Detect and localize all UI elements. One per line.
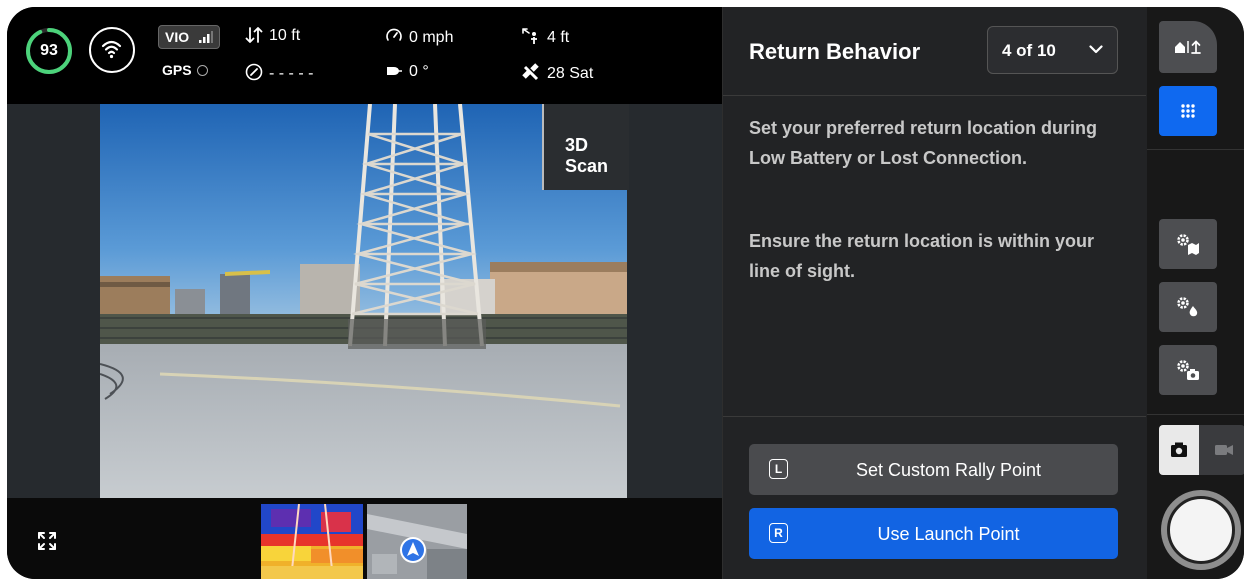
panel-title: Return Behavior	[749, 39, 921, 64]
use-launch-point-label: Use Launch Point	[877, 524, 1020, 544]
rail-divider	[1147, 414, 1244, 415]
gps-indicator-icon	[196, 65, 208, 76]
heading-readout: - - - - -	[245, 63, 313, 83]
satellite-readout: 28 Sat	[521, 63, 593, 83]
camera-pillarbox-left	[7, 104, 100, 498]
gps-label: GPS	[162, 62, 192, 78]
camera-pillarbox-right	[627, 104, 722, 498]
distance-icon	[522, 28, 537, 44]
capture-mode-toggle[interactable]	[1159, 425, 1244, 475]
panel-note: Ensure the return location is within you…	[749, 231, 1095, 281]
map-view-thumbnail[interactable]	[367, 504, 467, 579]
bottom-bar	[7, 498, 722, 579]
chevron-down-icon	[1089, 45, 1103, 54]
shutter-button[interactable]	[1167, 496, 1235, 564]
video-mode-button[interactable]	[1203, 425, 1244, 475]
battery-percent: 93	[40, 42, 58, 59]
rail-divider	[1147, 149, 1244, 150]
distance-readout: 4 ft	[521, 27, 569, 47]
return-behavior-panel: Return Behavior 4 of 10 Set your preferr…	[722, 7, 1147, 579]
mode-tag: 3D Scan	[542, 104, 629, 190]
home-return-icon	[1175, 40, 1201, 54]
panel-divider	[723, 95, 1146, 96]
gimbal-icon	[387, 67, 402, 75]
altitude-arrows-icon	[245, 27, 263, 43]
set-custom-rally-point-label: Set Custom Rally Point	[855, 460, 1042, 480]
distance-value: 4 ft	[547, 29, 570, 46]
heading-value: - - - - -	[269, 65, 314, 82]
vio-label: VIO	[165, 29, 190, 45]
mode-tag-label: 3D Scan	[565, 135, 609, 176]
set-custom-rally-point-button[interactable]: L Set Custom Rally Point	[749, 444, 1118, 495]
signal-bars-icon	[199, 31, 214, 43]
gps-status: GPS	[162, 62, 208, 78]
speed-readout: 0 mph	[385, 27, 453, 47]
flame-settings-button[interactable]	[1159, 282, 1217, 332]
telemetry-bar: 93 VIO GPS 10 ft - - - - - 0 mph 0 ° 4 f…	[7, 7, 722, 104]
vio-badge: VIO	[158, 25, 221, 49]
use-launch-point-button[interactable]: R Use Launch Point	[749, 508, 1118, 559]
compass-icon	[245, 63, 263, 81]
map-settings-icon	[1177, 234, 1199, 255]
home-return-button[interactable]	[1159, 21, 1217, 73]
video-icon	[1215, 445, 1233, 455]
satellite-icon	[522, 63, 539, 81]
step-selector[interactable]: 4 of 10	[987, 26, 1118, 74]
panel-description: Set your preferred return location durin…	[749, 118, 1098, 168]
thermal-view-thumbnail[interactable]	[261, 504, 363, 579]
map-settings-button[interactable]	[1159, 219, 1217, 269]
photo-icon	[1171, 442, 1187, 457]
speed-value: 0 mph	[409, 29, 454, 46]
expand-icon[interactable]	[37, 531, 57, 556]
altitude-readout: 10 ft	[245, 27, 300, 45]
wifi-icon[interactable]	[89, 27, 135, 73]
altitude-value: 10 ft	[269, 27, 301, 44]
photo-mode-button[interactable]	[1159, 425, 1199, 475]
camera-settings-icon	[1177, 360, 1199, 380]
battery-indicator: 93	[25, 27, 73, 75]
flame-settings-icon	[1177, 297, 1198, 317]
step-selector-label: 4 of 10	[1002, 41, 1056, 60]
panel-divider	[723, 416, 1146, 417]
gimbal-value: 0 °	[409, 63, 429, 80]
satellite-count: 28 Sat	[547, 65, 594, 82]
app-frame: 93 VIO GPS 10 ft - - - - - 0 mph 0 ° 4 f…	[7, 7, 1244, 579]
speedometer-icon	[386, 28, 402, 41]
gimbal-readout: 0 °	[385, 63, 429, 81]
camera-settings-button[interactable]	[1159, 345, 1217, 395]
grid-icon	[1181, 104, 1195, 118]
right-rail	[1147, 7, 1244, 579]
grid-button[interactable]	[1159, 86, 1217, 136]
